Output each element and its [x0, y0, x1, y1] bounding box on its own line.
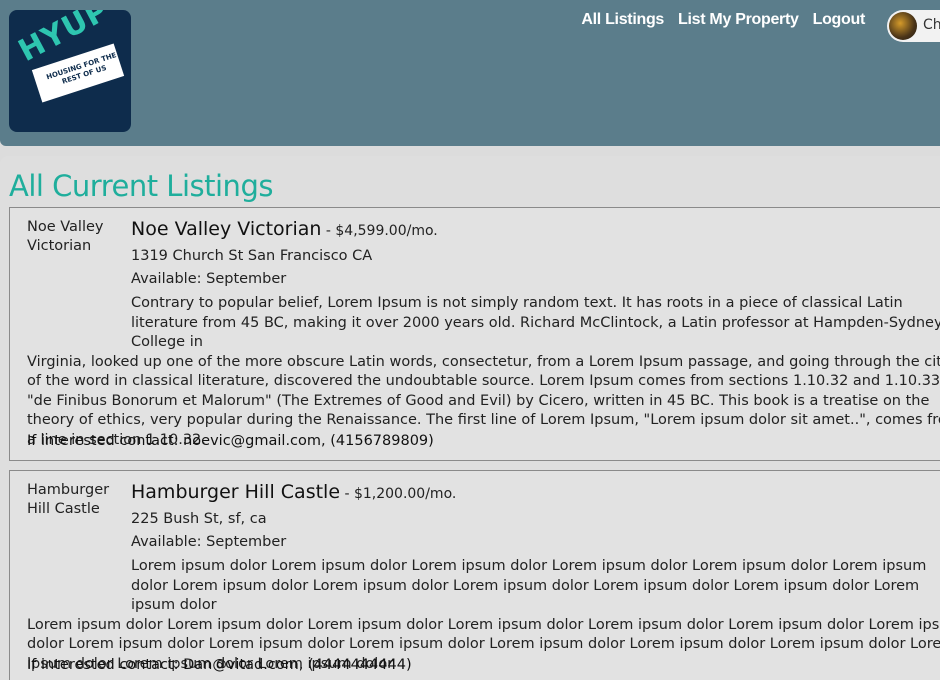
listings-content: All Current Listings Noe Valley Victoria… — [0, 156, 940, 680]
nav-logout[interactable]: Logout — [813, 11, 866, 29]
main-nav: All Listings List My Property Logout — [581, 11, 865, 29]
avatar — [889, 12, 917, 40]
listing-description-first: Contrary to popular belief, Lorem Ipsum … — [131, 295, 940, 350]
page-title: All Current Listings — [9, 169, 273, 203]
listing-contact: If interested contact: noevic@gmail.com,… — [27, 433, 434, 449]
user-chip[interactable]: Ch — [887, 10, 940, 42]
listing-contact: If interested contact: Dan@vitad.com, (4… — [27, 657, 412, 673]
listing-heading: Hamburger Hill Castle - $1,200.00/mo. — [131, 481, 456, 503]
hyup-logo[interactable]: HYUP HOUSING FOR THE REST OF US — [9, 10, 131, 132]
listing-description: Contrary to popular belief, Lorem Ipsum … — [27, 294, 940, 450]
listing-side-label: Hamburger Hill Castle — [27, 482, 110, 517]
nav-list-my-property[interactable]: List My Property — [678, 11, 799, 29]
listing-address: 225 Bush St, sf, ca — [131, 511, 267, 527]
user-name: Ch — [923, 17, 940, 33]
listing-card[interactable]: Noe Valley Victorian Noe Valley Victoria… — [9, 207, 940, 461]
top-header: HYUP HOUSING FOR THE REST OF US All List… — [0, 0, 940, 146]
listing-description-first: Lorem ipsum dolor Lorem ipsum dolor Lore… — [131, 558, 927, 613]
listing-availability: Available: September — [131, 534, 287, 550]
listing-card[interactable]: Hamburger Hill Castle Hamburger Hill Cas… — [9, 470, 940, 680]
listing-side-label: Noe Valley Victorian — [27, 219, 104, 254]
listing-price: - $1,200.00/mo. — [340, 486, 457, 502]
listing-availability: Available: September — [131, 271, 287, 287]
nav-all-listings[interactable]: All Listings — [581, 11, 664, 29]
listing-title[interactable]: Noe Valley Victorian — [131, 218, 321, 240]
listing-address: 1319 Church St San Francisco CA — [131, 248, 373, 264]
listing-title[interactable]: Hamburger Hill Castle — [131, 481, 340, 503]
listing-heading: Noe Valley Victorian - $4,599.00/mo. — [131, 218, 438, 240]
listing-price: - $4,599.00/mo. — [321, 223, 438, 239]
